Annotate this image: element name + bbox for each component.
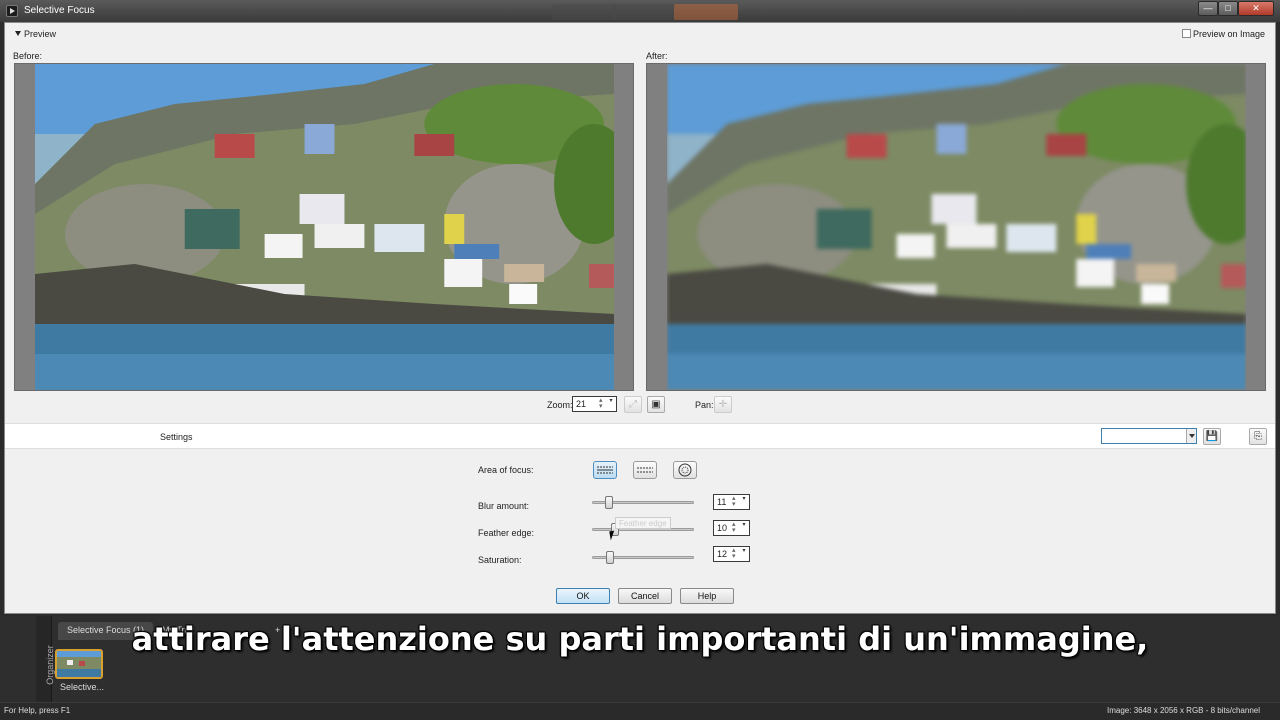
spin-icon: ▴ ▾	[732, 547, 736, 560]
ok-button[interactable]: OK	[556, 588, 610, 604]
saturation-label: Saturation:	[478, 555, 522, 565]
dropdown-icon[interactable]: ▾	[740, 522, 748, 534]
zoom-input[interactable]: 21 ▴ ▾ ▾	[572, 396, 617, 412]
planar-focus-icon	[597, 466, 613, 474]
before-label: Before:	[13, 51, 43, 61]
preview-on-image-checkbox[interactable]: Preview on Image	[1181, 29, 1265, 39]
preset-dropdown[interactable]	[1101, 428, 1197, 444]
after-preview-frame	[646, 63, 1266, 391]
close-button[interactable]: ✕	[1238, 1, 1274, 16]
actual-size-button[interactable]: ▣	[647, 396, 665, 413]
video-subtitle: attirare l'attenzione su parti important…	[131, 620, 1149, 658]
title-bar: Selective Focus — □ ✕	[0, 0, 1280, 22]
feather-edge-label: Feather edge:	[478, 528, 535, 538]
thumbnail-caption: Selective...	[60, 682, 105, 692]
slider-thumb[interactable]	[605, 496, 613, 509]
maximize-button[interactable]: □	[1218, 1, 1238, 16]
tooltip: Feather edge	[615, 517, 671, 529]
status-image-info: Image: 3648 x 2056 x RGB - 8 bits/channe…	[1107, 706, 1260, 715]
settings-bar: Settings 💾 ⎘	[5, 423, 1275, 449]
spin-icon: ▴ ▾	[732, 521, 736, 534]
saturation-slider[interactable]	[592, 551, 694, 564]
status-help-text: For Help, press F1	[4, 706, 71, 715]
spin-icon: ▴ ▾	[732, 495, 736, 508]
dropdown-icon[interactable]: ▾	[740, 548, 748, 560]
saturation-value: 12	[717, 549, 728, 559]
background-tab	[612, 4, 676, 20]
feather-edge-input[interactable]: 10 ▴ ▾ ▾	[713, 520, 750, 536]
checkbox-icon	[1181, 29, 1191, 38]
pan-button[interactable]: ✛	[714, 396, 732, 413]
background-tab	[674, 4, 738, 20]
saturation-input[interactable]: 12 ▴ ▾ ▾	[713, 546, 750, 562]
dropdown-icon[interactable]: ▾	[607, 398, 615, 410]
linear-focus-button[interactable]	[633, 461, 657, 479]
linear-focus-icon	[637, 467, 653, 473]
selective-focus-dialog: Preview Preview on Image Before: After:	[4, 22, 1276, 614]
save-preset-button[interactable]: 💾	[1203, 428, 1221, 445]
pan-label: Pan:	[695, 400, 714, 410]
collapse-triangle-icon	[15, 31, 21, 36]
preview-toggle[interactable]: Preview	[15, 29, 56, 39]
radial-focus-button[interactable]	[673, 461, 697, 479]
preview-header-label: Preview	[24, 29, 57, 39]
zoom-value: 21	[576, 399, 587, 409]
before-preview-frame	[14, 63, 634, 391]
feather-edge-value: 10	[717, 523, 728, 533]
blur-amount-input[interactable]: 11 ▴ ▾ ▾	[713, 494, 750, 510]
blur-amount-value: 11	[717, 497, 727, 507]
settings-label: Settings	[160, 432, 193, 442]
cancel-button[interactable]: Cancel	[618, 588, 672, 604]
dropdown-arrow-icon	[1186, 429, 1196, 443]
app-icon	[6, 5, 18, 17]
dropdown-icon[interactable]: ▾	[740, 496, 748, 508]
status-bar: For Help, press F1 Image: 3648 x 2056 x …	[0, 702, 1280, 720]
zoom-to-fit-button[interactable]: ⤢	[624, 396, 642, 413]
background-tab	[552, 4, 616, 20]
window-title: Selective Focus	[24, 5, 95, 16]
after-label: After:	[646, 51, 668, 61]
spin-icon: ▴ ▾	[599, 397, 603, 410]
minimize-button[interactable]: —	[1198, 1, 1218, 16]
after-image[interactable]	[667, 64, 1246, 390]
reset-button[interactable]: ⎘	[1249, 428, 1267, 445]
help-button[interactable]: Help	[680, 588, 734, 604]
zoom-label: Zoom:	[547, 400, 573, 410]
radial-focus-icon	[678, 463, 692, 477]
slider-thumb[interactable]	[606, 551, 614, 564]
area-of-focus-label: Area of focus:	[478, 465, 534, 475]
planar-focus-button[interactable]	[593, 461, 617, 479]
harbor-scene-blurred	[667, 64, 1246, 390]
preview-on-image-label: Preview on Image	[1192, 29, 1265, 39]
blur-amount-slider[interactable]	[592, 496, 694, 509]
blur-amount-label: Blur amount:	[478, 501, 530, 511]
harbor-scene	[35, 64, 614, 390]
before-image[interactable]	[35, 64, 614, 390]
